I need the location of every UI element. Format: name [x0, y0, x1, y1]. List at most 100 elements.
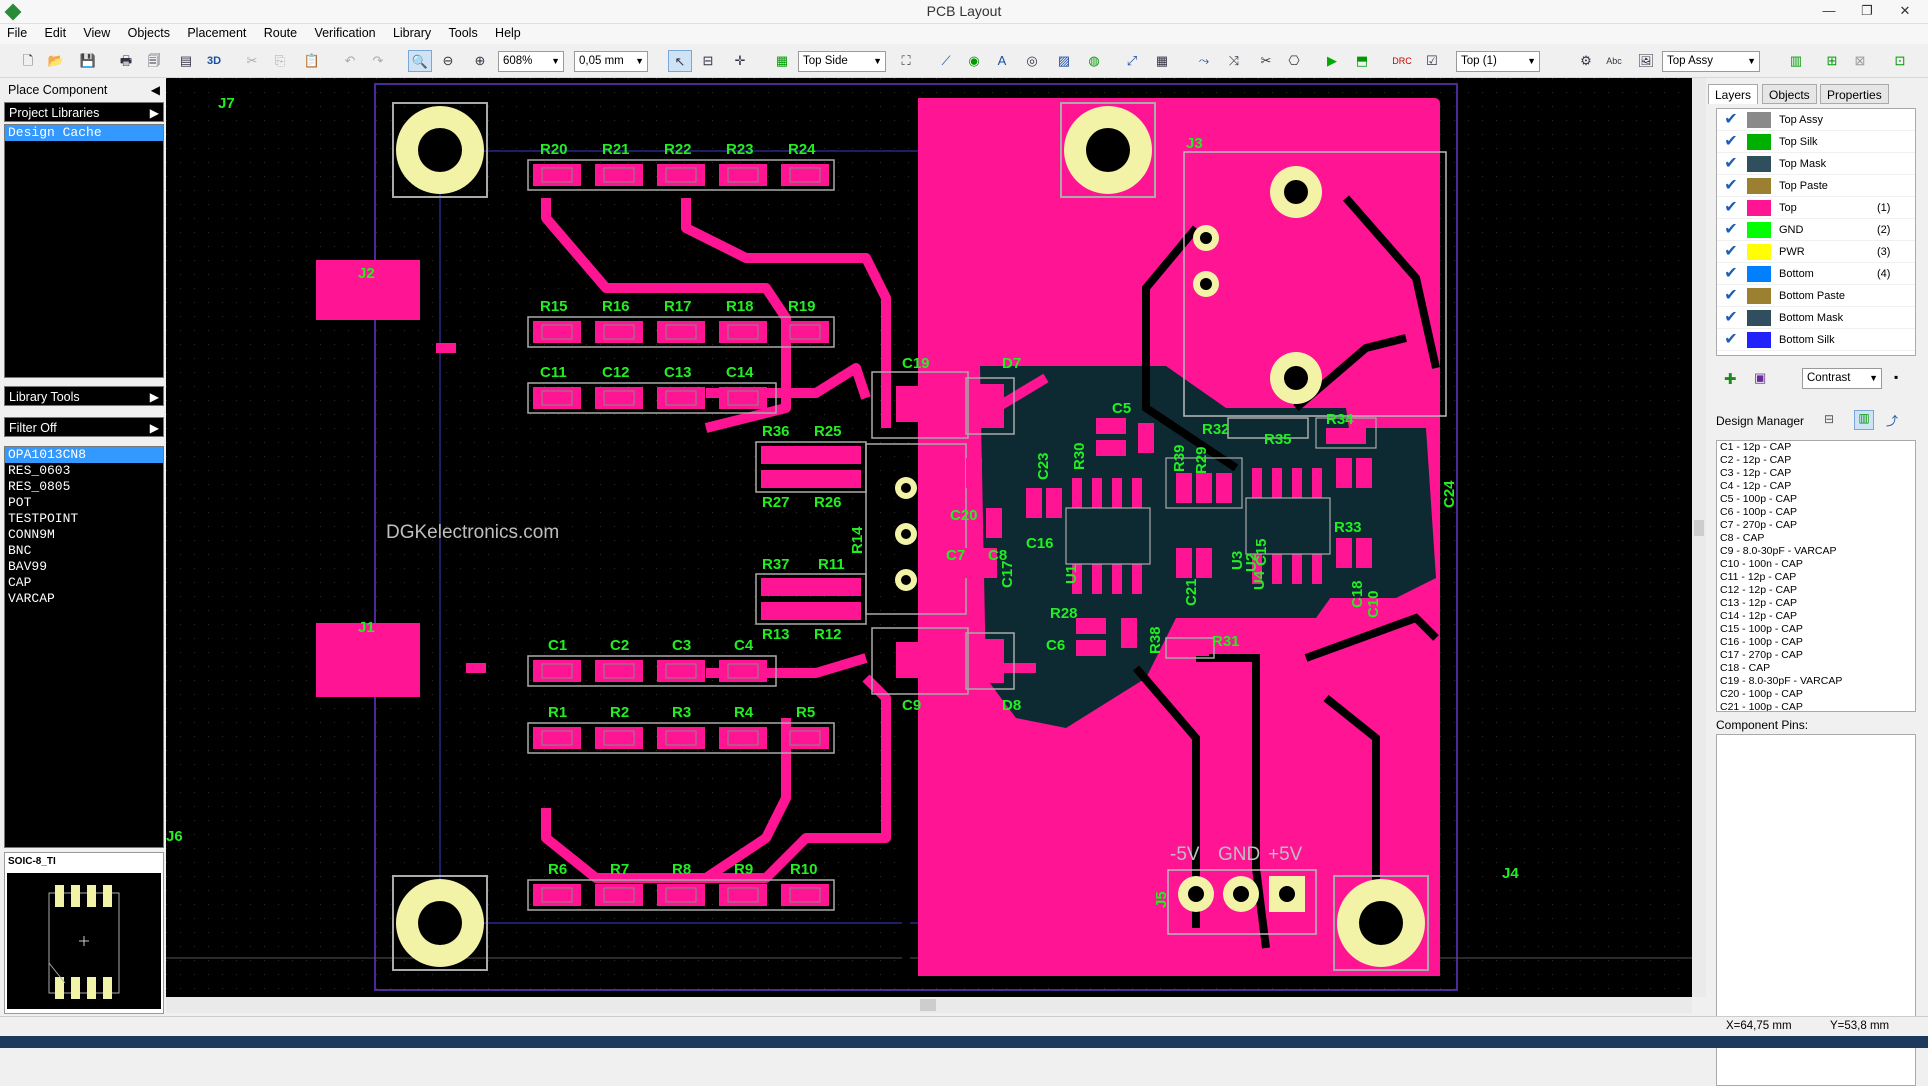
layer-color-swatch[interactable]	[1747, 266, 1771, 282]
list-item[interactable]: VARCAP	[5, 591, 163, 607]
layer-row[interactable]: ✔ Top Mask	[1717, 153, 1915, 175]
net-icon[interactable]: ⎔	[1282, 50, 1306, 72]
drc-icon[interactable]: DRC	[1390, 50, 1414, 72]
add-layer-icon[interactable]: ✚	[1724, 370, 1744, 388]
tune-icon[interactable]: ⤨	[1222, 50, 1246, 72]
menu-tools[interactable]: Tools	[442, 24, 485, 40]
place-component-header[interactable]: Place Component ◀	[4, 80, 164, 100]
list-item[interactable]: C5 - 100p - CAP	[1717, 493, 1915, 506]
maximize-button[interactable]: ❐	[1848, 0, 1886, 22]
library-icon[interactable]: ▥	[1784, 50, 1808, 72]
menu-library[interactable]: Library	[386, 24, 438, 40]
list-item[interactable]: C16 - 100p - CAP	[1717, 636, 1915, 649]
side-select[interactable]: Top Side ▼	[798, 51, 886, 72]
layer-side-icon[interactable]: ▦	[770, 50, 794, 72]
list-item[interactable]: C4 - 12p - CAP	[1717, 480, 1915, 493]
layer-settings-icon[interactable]: ⚙	[1574, 50, 1598, 72]
pin-icon[interactable]: ▪	[1894, 370, 1898, 384]
layer-row[interactable]: ✔ Bottom Silk	[1717, 329, 1915, 351]
list-item[interactable]: C10 - 100n - CAP	[1717, 558, 1915, 571]
route-trace-icon[interactable]: ⟋	[934, 50, 958, 72]
layer-color-swatch[interactable]	[1747, 178, 1771, 194]
run-drc-icon[interactable]: ▶	[1320, 50, 1344, 72]
report-drc-icon[interactable]: ⬒	[1350, 50, 1374, 72]
print-preview-icon[interactable]: 🗐	[142, 50, 166, 72]
layer-color-swatch[interactable]	[1747, 156, 1771, 172]
layer-color-swatch[interactable]	[1747, 288, 1771, 304]
layer-color-swatch[interactable]	[1747, 222, 1771, 238]
zoom-out-icon[interactable]: ⊖	[436, 50, 460, 72]
list-item[interactable]: C3 - 12p - CAP	[1717, 467, 1915, 480]
list-item[interactable]: C13 - 12p - CAP	[1717, 597, 1915, 610]
list-item[interactable]: C14 - 12p - CAP	[1717, 610, 1915, 623]
checkmark-icon[interactable]: ✔	[1721, 155, 1741, 173]
checkmark-icon[interactable]: ✔	[1721, 199, 1741, 217]
project-libraries-header[interactable]: Project Libraries ▶	[4, 102, 164, 122]
dm-nets-icon[interactable]: ⤴	[1886, 412, 1898, 429]
checkmark-icon[interactable]: ✔	[1721, 309, 1741, 327]
list-item[interactable]: C18 - CAP	[1717, 662, 1915, 675]
menu-edit[interactable]: Edit	[38, 24, 74, 40]
layer-color-swatch[interactable]	[1747, 112, 1771, 128]
layer-row[interactable]: ✔ Top Silk	[1717, 131, 1915, 153]
list-item[interactable]: POT	[5, 495, 163, 511]
open-folder-icon[interactable]: 📂	[44, 50, 68, 72]
dimension-icon[interactable]: ⤢	[1120, 50, 1144, 72]
layer-color-swatch[interactable]	[1747, 310, 1771, 326]
dm-components-icon[interactable]: ▥	[1854, 410, 1874, 430]
layer-color-swatch[interactable]	[1747, 134, 1771, 150]
layer-row[interactable]: ✔ Bottom Mask	[1717, 307, 1915, 329]
checkmark-icon[interactable]: ✔	[1721, 177, 1741, 195]
menu-file[interactable]: File	[0, 24, 34, 40]
pcb-canvas[interactable]: DGKelectronics.com J7 J2 J1 J6 J3 J4 J5 …	[166, 78, 1692, 997]
library-tools-header[interactable]: Library Tools ▶	[4, 386, 164, 406]
list-item[interactable]: RES_0603	[5, 463, 163, 479]
list-item[interactable]: C6 - 100p - CAP	[1717, 506, 1915, 519]
list-item[interactable]: C2 - 12p - CAP	[1717, 454, 1915, 467]
new-file-icon[interactable]: 🗋	[16, 50, 40, 72]
checkmark-icon[interactable]: ✔	[1721, 331, 1741, 349]
print-icon[interactable]: 🖶	[114, 50, 138, 72]
vertical-scrollbar[interactable]	[1692, 78, 1706, 997]
minimize-button[interactable]: —	[1810, 0, 1848, 22]
component-add-icon[interactable]: ⊞	[1820, 50, 1844, 72]
checkmark-icon[interactable]: ✔	[1721, 243, 1741, 261]
layer-select[interactable]: Top (1) ▼	[1456, 51, 1540, 72]
cut-icon[interactable]: ✂	[240, 50, 264, 72]
list-item[interactable]: OPA1013CN8	[5, 447, 163, 463]
pad-icon[interactable]: ◎	[1020, 50, 1044, 72]
layer-color-swatch[interactable]	[1747, 332, 1771, 348]
table-icon[interactable]: ▦	[1150, 50, 1174, 72]
layer-row[interactable]: ✔ Bottom Paste	[1717, 285, 1915, 307]
list-item[interactable]: C9 - 8.0-30pF - VARCAP	[1717, 545, 1915, 558]
menu-view[interactable]: View	[76, 24, 117, 40]
list-item[interactable]: BNC	[5, 543, 163, 559]
checkmark-icon[interactable]: ✔	[1721, 221, 1741, 239]
layer-row[interactable]: ✔ Top (1)	[1717, 197, 1915, 219]
list-item[interactable]: CAP	[5, 575, 163, 591]
list-item[interactable]: C20 - 100p - CAP	[1717, 688, 1915, 701]
layer-color-swatch[interactable]	[1747, 244, 1771, 260]
layer-row[interactable]: ✔ PWR (3)	[1717, 241, 1915, 263]
layer-row[interactable]: ✔ Top Assy	[1717, 109, 1915, 131]
spellcheck-icon[interactable]: Abc	[1602, 50, 1626, 72]
layer-settings-icon[interactable]: ▣	[1754, 370, 1774, 388]
select-pointer-icon[interactable]: ↖	[668, 50, 692, 72]
copy-icon[interactable]: ⎘	[268, 50, 292, 72]
menu-objects[interactable]: Objects	[121, 24, 177, 40]
list-item[interactable]: C7 - 270p - CAP	[1717, 519, 1915, 532]
filter-off-header[interactable]: Filter Off ▶	[4, 417, 164, 437]
layer-row[interactable]: ✔ Bottom (4)	[1717, 263, 1915, 285]
assy-select[interactable]: Top Assy ▼	[1662, 51, 1760, 72]
library-export-icon[interactable]: ⊡	[1888, 50, 1912, 72]
checkmark-icon[interactable]: ✔	[1721, 287, 1741, 305]
checkmark-icon[interactable]: ✔	[1721, 111, 1741, 129]
component-remove-icon[interactable]: ⊠	[1848, 50, 1872, 72]
checkmark-icon[interactable]: ✔	[1721, 265, 1741, 283]
grid-select[interactable]: 0,05 mm ▼	[574, 51, 648, 72]
list-item[interactable]: C11 - 12p - CAP	[1717, 571, 1915, 584]
zoom-select[interactable]: 608% ▼	[498, 51, 564, 72]
tab-objects[interactable]: Objects	[1762, 84, 1817, 104]
menu-verification[interactable]: Verification	[307, 24, 382, 40]
menu-placement[interactable]: Placement	[180, 24, 253, 40]
